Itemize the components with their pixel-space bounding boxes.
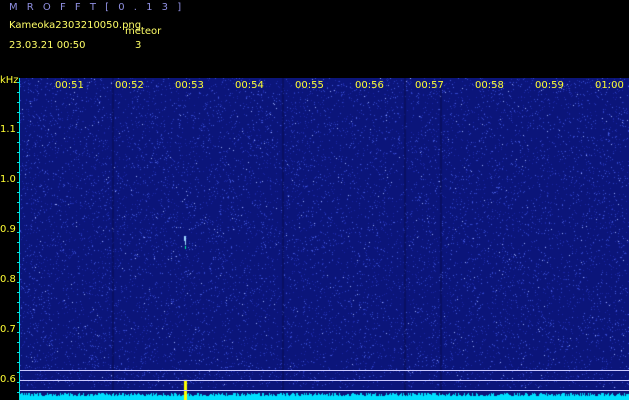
axis-minor-tick — [17, 102, 20, 103]
axis-minor-tick — [17, 182, 20, 183]
time-tick-0059: 00:59 — [535, 80, 564, 91]
axis-minor-tick — [17, 342, 20, 343]
time-tick-0056: 00:56 — [355, 80, 384, 91]
spectrogram-canvas — [20, 78, 629, 400]
axis-minor-tick — [17, 232, 20, 233]
freq-tick-1-0: 1.0 — [0, 174, 16, 185]
axis-minor-tick — [17, 132, 20, 133]
time-tick-0053: 00:53 — [175, 80, 204, 91]
axis-minor-tick — [17, 392, 20, 393]
time-tick-0051: 00:51 — [55, 80, 84, 91]
axis-minor-tick — [17, 352, 20, 353]
axis-minor-tick — [17, 82, 20, 83]
axis-minor-tick — [17, 202, 20, 203]
axis-minor-tick — [17, 262, 20, 263]
axis-minor-tick — [17, 92, 20, 93]
axis-minor-tick — [17, 272, 20, 273]
band-marker-line-bottom — [20, 390, 629, 391]
time-tick-0058: 00:58 — [475, 80, 504, 91]
time-tick-0100: 01:00 — [595, 80, 624, 91]
axis-minor-tick — [17, 282, 20, 283]
axis-minor-tick — [17, 212, 20, 213]
frequency-unit-label: kHz — [0, 75, 19, 86]
axis-minor-tick — [17, 152, 20, 153]
axis-minor-tick — [17, 332, 20, 333]
freq-tick-0-7: 0.7 — [0, 324, 16, 335]
file-name: Kameoka2303210050.png — [9, 20, 142, 31]
spectrogram-plot[interactable] — [20, 78, 629, 400]
time-tick-0052: 00:52 — [115, 80, 144, 91]
time-tick-0055: 00:55 — [295, 80, 324, 91]
band-marker-line-top — [20, 370, 629, 371]
freq-tick-0-6: 0.6 — [0, 374, 16, 385]
freq-tick-1-1: 1.1 — [0, 124, 16, 135]
meteor-label: meteor — [125, 26, 162, 37]
axis-minor-tick — [17, 252, 20, 253]
axis-minor-tick — [17, 192, 20, 193]
axis-minor-tick — [17, 222, 20, 223]
axis-minor-tick — [17, 172, 20, 173]
axis-minor-tick — [17, 302, 20, 303]
mrofft-window: M R O F F T [ 0 . 1 3 ] Kameoka230321005… — [0, 0, 629, 400]
freq-tick-0-9: 0.9 — [0, 224, 16, 235]
axis-minor-tick — [17, 372, 20, 373]
app-title: M R O F F T [ 0 . 1 3 ] — [9, 2, 185, 13]
time-tick-0054: 00:54 — [235, 80, 264, 91]
band-marker-line-middle — [20, 380, 629, 381]
freq-tick-0-8: 0.8 — [0, 274, 16, 285]
meteor-count: 3 — [135, 40, 142, 51]
axis-minor-tick — [17, 362, 20, 363]
axis-minor-tick — [17, 112, 20, 113]
axis-minor-tick — [17, 142, 20, 143]
axis-minor-tick — [17, 242, 20, 243]
axis-minor-tick — [17, 122, 20, 123]
capture-datetime: 23.03.21 00:50 — [9, 40, 86, 51]
axis-minor-tick — [17, 292, 20, 293]
axis-minor-tick — [17, 382, 20, 383]
time-tick-0057: 00:57 — [415, 80, 444, 91]
axis-minor-tick — [17, 312, 20, 313]
axis-minor-tick — [17, 322, 20, 323]
axis-minor-tick — [17, 162, 20, 163]
